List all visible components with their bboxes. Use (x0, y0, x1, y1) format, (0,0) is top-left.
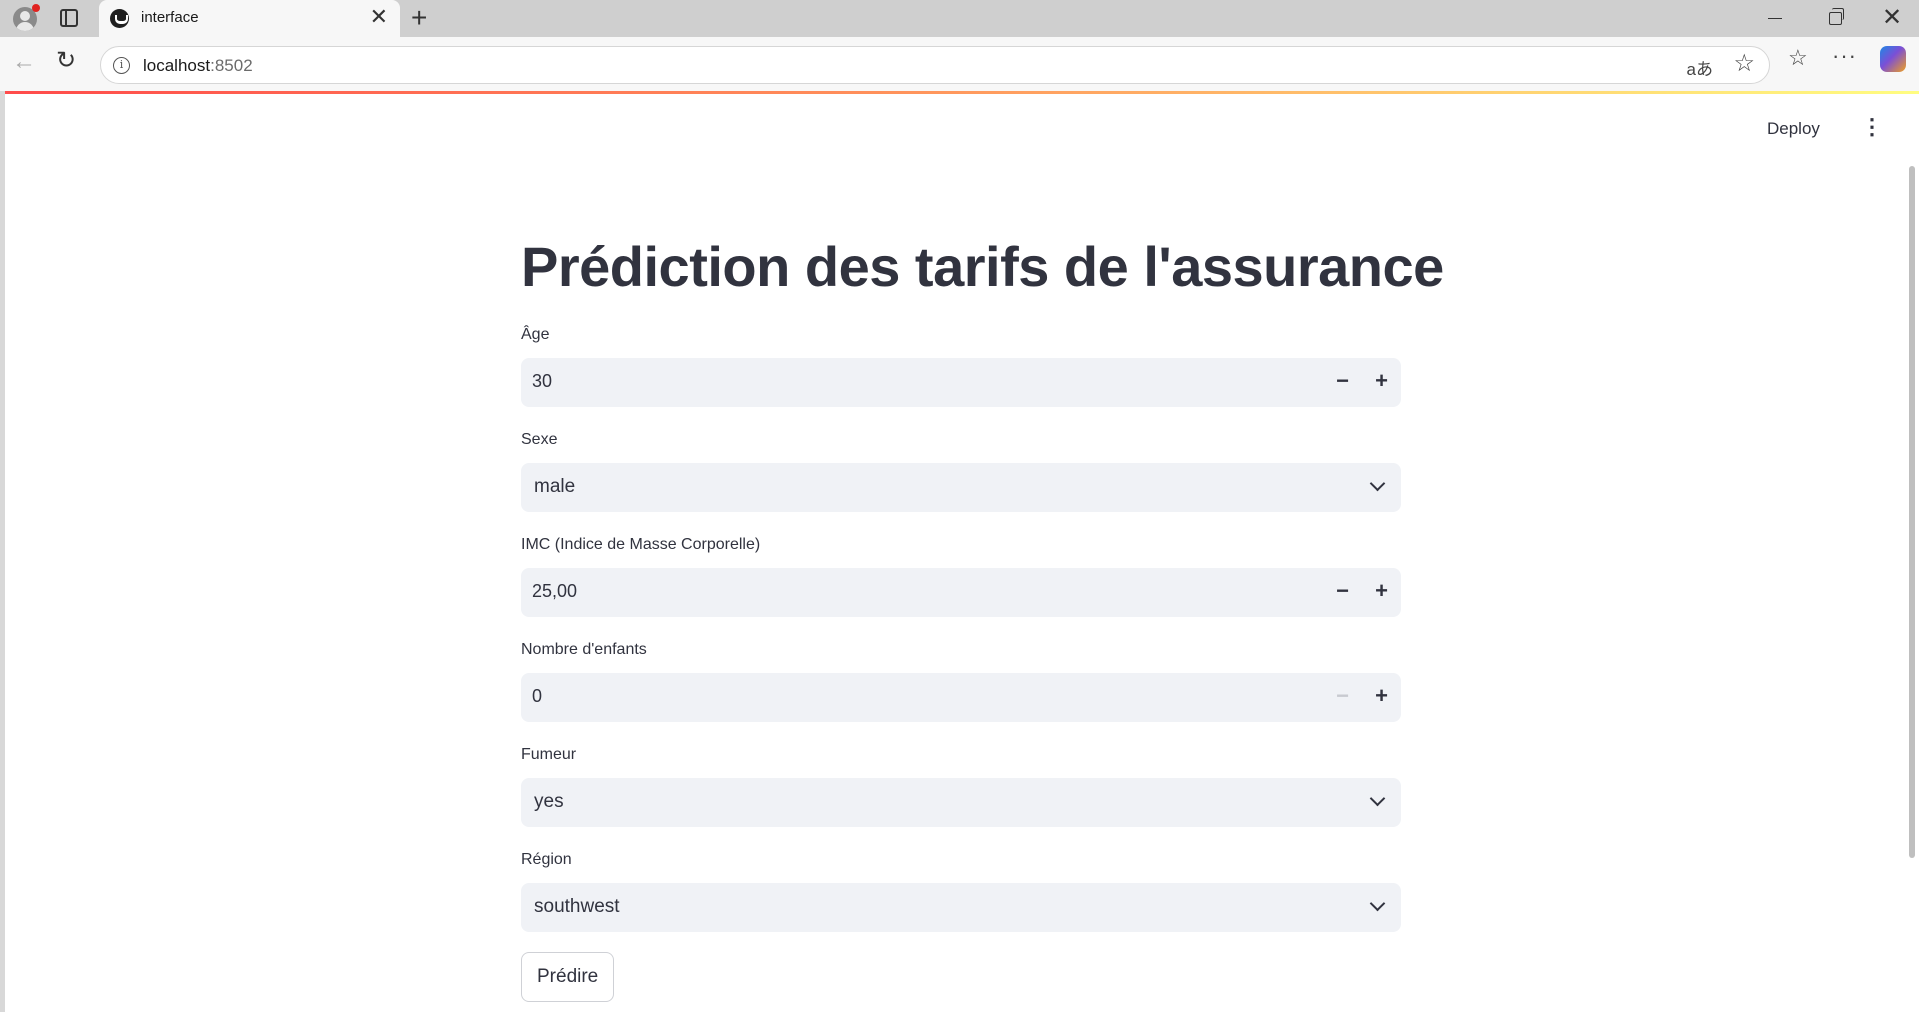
url-host: localhost (143, 56, 211, 75)
kebab-menu-icon[interactable]: ⋮ (1861, 116, 1883, 138)
region-select[interactable]: southwest (521, 883, 1401, 932)
smoker-label: Fumeur (521, 746, 577, 763)
sex-select[interactable]: male (521, 463, 1401, 512)
sex-value: male (534, 476, 576, 497)
app-container: Deploy ⋮ Prédiction des tarifs de l'assu… (5, 94, 1919, 1012)
address-bar[interactable]: i localhost:8502 aあ ☆ (100, 46, 1770, 84)
scrollbar[interactable] (1909, 166, 1915, 858)
age-minus-icon[interactable]: − (1336, 368, 1349, 394)
bmi-minus-icon[interactable]: − (1336, 578, 1349, 604)
chevron-down-icon (1369, 895, 1386, 912)
smoker-select[interactable]: yes (521, 778, 1401, 827)
chevron-down-icon (1369, 790, 1386, 807)
window-close-icon[interactable]: ✕ (1882, 3, 1902, 33)
page-title: Prédiction des tarifs de l'assurance (521, 235, 1444, 298)
browser-tab[interactable]: interface ✕ (99, 0, 400, 37)
minimize-icon[interactable] (1768, 18, 1782, 19)
url-text: localhost:8502 (143, 56, 253, 76)
back-icon[interactable]: ← (12, 47, 36, 77)
browser-tab-strip: interface ✕ + ✕ (0, 0, 1919, 37)
predict-button[interactable]: Prédire (521, 952, 615, 1002)
notification-dot (32, 4, 40, 12)
children-label: Nombre d'enfants (521, 641, 647, 658)
browser-toolbar: ← ↻ i localhost:8502 aあ ☆ ☆ ··· (0, 37, 1919, 91)
favicon-icon (110, 9, 129, 28)
sex-label: Sexe (521, 431, 558, 448)
close-tab-icon[interactable]: ✕ (370, 6, 388, 28)
deploy-button[interactable]: Deploy (1767, 119, 1820, 139)
reload-icon[interactable]: ↻ (56, 46, 76, 76)
age-number-input[interactable]: 30 − + (521, 358, 1401, 407)
copilot-icon[interactable] (1880, 46, 1906, 72)
restore-icon[interactable] (1829, 8, 1844, 25)
age-plus-icon[interactable]: + (1375, 368, 1388, 394)
bmi-number-input[interactable]: 25,00 − + (521, 568, 1401, 617)
url-port: :8502 (210, 56, 253, 75)
favorites-icon[interactable]: ☆ (1788, 45, 1808, 71)
region-value: southwest (534, 896, 620, 917)
bmi-plus-icon[interactable]: + (1375, 578, 1388, 604)
tabs-icon[interactable] (60, 9, 78, 27)
age-value: 30 (532, 371, 553, 391)
region-label: Région (521, 851, 572, 868)
bmi-label: IMC (Indice de Masse Corporelle) (521, 536, 761, 553)
bmi-value: 25,00 (532, 581, 578, 601)
star-icon[interactable]: ☆ (1733, 51, 1755, 77)
chevron-down-icon (1369, 475, 1386, 492)
info-icon[interactable]: i (113, 57, 130, 74)
children-minus-icon[interactable]: − (1336, 683, 1349, 709)
tab-title: interface (141, 9, 199, 26)
read-aloud-icon[interactable]: aあ (1687, 55, 1713, 80)
more-icon[interactable]: ··· (1832, 43, 1857, 69)
children-value: 0 (532, 686, 543, 706)
children-plus-icon[interactable]: + (1375, 683, 1388, 709)
new-tab-plus-icon[interactable]: + (411, 2, 427, 34)
age-label: Âge (521, 326, 550, 343)
smoker-value: yes (534, 791, 564, 812)
children-number-input[interactable]: 0 − + (521, 673, 1401, 722)
